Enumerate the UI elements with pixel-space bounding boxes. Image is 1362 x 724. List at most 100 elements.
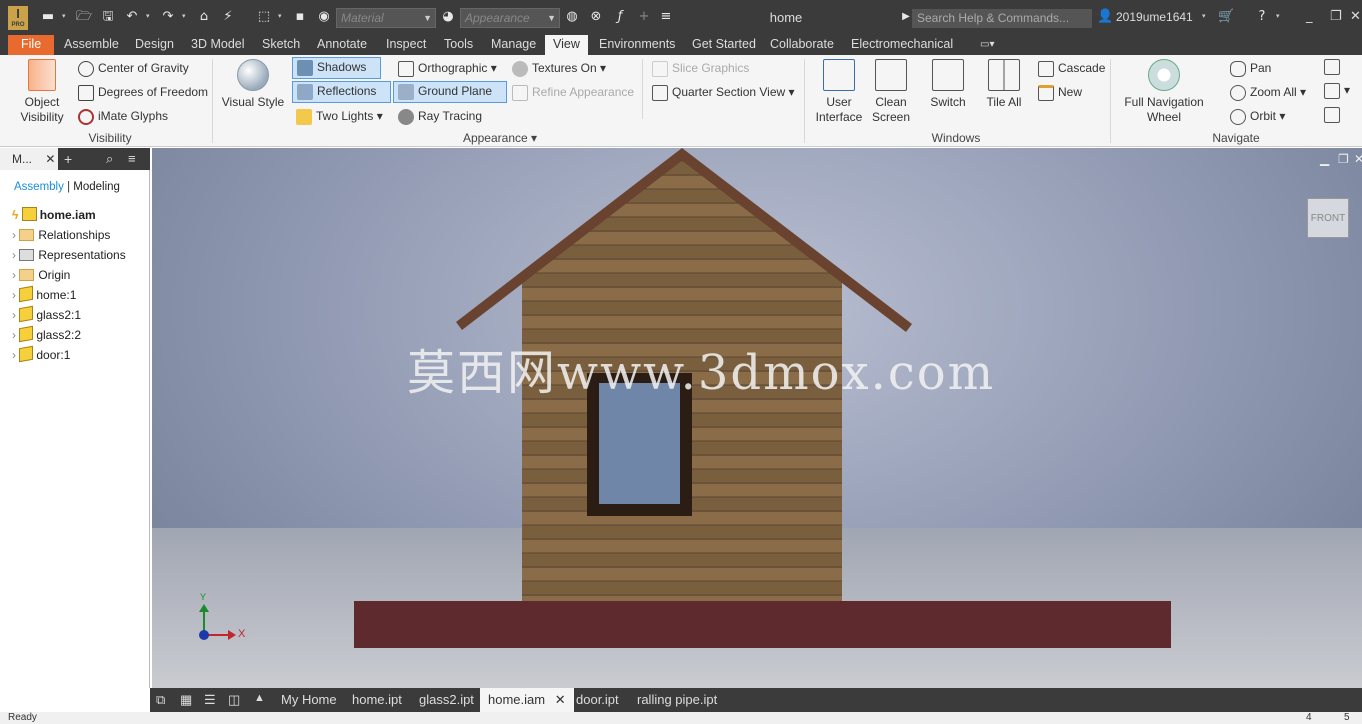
tab-collaborate[interactable]: Collaborate	[762, 35, 842, 55]
cart-icon[interactable]: 🛒	[1218, 9, 1234, 25]
redo-icon[interactable]: ↷	[160, 9, 176, 25]
orthographic-button[interactable]: Orthographic ▾	[398, 61, 497, 77]
cascade-windows-icon[interactable]: ⧉	[156, 692, 165, 708]
center-of-gravity-button[interactable]: Center of Gravity	[78, 61, 189, 77]
tab-design[interactable]: Design	[127, 35, 182, 55]
ribbon-options-icon[interactable]: ▭▾	[972, 35, 1002, 55]
viewcube[interactable]: FRONT	[1307, 198, 1349, 238]
user-icon[interactable]: 👤	[1097, 9, 1113, 25]
clean-screen-button[interactable]: Clean Screen	[866, 59, 916, 125]
help-icon[interactable]: ?	[1254, 9, 1270, 25]
expand-icon[interactable]: ›	[12, 268, 16, 282]
close-icon[interactable]: ✕	[45, 152, 55, 166]
doc-tab[interactable]: ralling pipe.ipt	[629, 688, 725, 712]
color-wheel-icon[interactable]: ◉	[316, 9, 332, 25]
tree-item-part[interactable]: › glass2:2	[12, 325, 81, 343]
browser-menu-icon[interactable]: ≡	[128, 151, 136, 166]
degrees-of-freedom-button[interactable]: Degrees of Freedom	[78, 85, 208, 101]
tile-windows-icon[interactable]: ▦	[180, 692, 192, 708]
customize-dropdown-icon[interactable]: ≡	[658, 9, 674, 25]
redo-dropdown-icon[interactable]: ▾	[182, 13, 188, 20]
shadows-button[interactable]: Shadows	[292, 57, 381, 79]
help-dropdown-icon[interactable]: ▾	[1276, 13, 1282, 20]
doc-tab[interactable]: home.ipt	[344, 688, 410, 712]
appearance-ball-icon[interactable]: ◕	[440, 9, 456, 25]
tab-my-home[interactable]: My Home	[273, 688, 345, 712]
tab-annotate[interactable]: Annotate	[309, 35, 375, 55]
tree-root[interactable]: ϟ home.iam	[12, 207, 96, 223]
quarter-section-view-button[interactable]: Quarter Section View ▾	[652, 85, 795, 101]
doc-tab-active[interactable]: home.iam ✕	[480, 688, 574, 712]
select-icon[interactable]: ⬚	[256, 9, 272, 25]
tab-3d-model[interactable]: 3D Model	[183, 35, 253, 55]
close-icon[interactable]: ✕	[555, 692, 566, 707]
orbit-button[interactable]: Orbit ▾	[1230, 109, 1285, 125]
close-icon[interactable]: ✕	[1350, 9, 1361, 24]
tab-manage[interactable]: Manage	[483, 35, 544, 55]
expand-icon[interactable]: ›	[12, 228, 16, 242]
save-icon[interactable]: 🖫	[100, 9, 116, 25]
tab-get-started[interactable]: Get Started	[684, 35, 764, 55]
object-visibility-button[interactable]: Object Visibility	[14, 59, 70, 125]
full-navigation-wheel-button[interactable]: Full Navigation Wheel	[1118, 59, 1210, 125]
select-dropdown-icon[interactable]: ▾	[278, 13, 284, 20]
tree-item-part[interactable]: › glass2:1	[12, 305, 81, 323]
ray-tracing-button[interactable]: Ray Tracing	[398, 109, 482, 125]
expand-icon[interactable]: ›	[12, 248, 16, 262]
restore-icon[interactable]: ❐	[1330, 9, 1342, 24]
switch-button[interactable]: Switch	[924, 59, 972, 110]
tab-sketch[interactable]: Sketch	[254, 35, 308, 55]
new-window-button[interactable]: New	[1038, 85, 1082, 101]
tile-horizontal-icon[interactable]: ☰	[204, 692, 216, 708]
cascade-button[interactable]: Cascade	[1038, 61, 1105, 77]
two-lights-button[interactable]: Two Lights ▾	[296, 109, 383, 125]
tab-assemble[interactable]: Assemble	[56, 35, 127, 55]
tab-environments[interactable]: Environments	[591, 35, 683, 55]
graphics-viewport[interactable]: 莫西网www.3dmox.com FRONT ▁ ❐ ✕ X Y	[152, 148, 1362, 688]
zoom-all-button[interactable]: Zoom All ▾	[1230, 85, 1306, 101]
app-logo[interactable]: I PRO	[8, 6, 28, 30]
tree-item-relationships[interactable]: › Relationships	[12, 227, 110, 243]
tab-electromechanical[interactable]: Electromechanical	[843, 35, 961, 55]
slice-graphics-button[interactable]: Slice Graphics	[652, 61, 749, 77]
measure-icon[interactable]: ▪	[292, 9, 308, 25]
expand-icon[interactable]: ›	[12, 308, 16, 322]
visual-style-button[interactable]: Visual Style	[220, 59, 286, 110]
tree-item-part[interactable]: › home:1	[12, 285, 76, 303]
home-icon[interactable]: ⌂	[196, 9, 212, 25]
tree-item-representations[interactable]: › Representations	[12, 247, 126, 263]
undo-icon[interactable]: ↶	[124, 9, 140, 25]
expand-icon[interactable]: ›	[12, 348, 16, 362]
undo-dropdown-icon[interactable]: ▾	[146, 13, 152, 20]
user-dropdown-icon[interactable]: ▾	[1202, 13, 1208, 20]
plus-icon[interactable]: +	[636, 9, 652, 25]
add-browser-tab-icon[interactable]: +	[64, 151, 72, 167]
new-file-icon[interactable]: ▬	[40, 9, 56, 25]
expand-icon[interactable]: ›	[12, 288, 16, 302]
minimize-icon[interactable]: _	[1306, 9, 1313, 24]
search-icon[interactable]: ⌕	[106, 151, 113, 167]
fx-parameters-icon[interactable]: ƒ	[612, 9, 628, 25]
tab-inspect[interactable]: Inspect	[378, 35, 434, 55]
appearance-combo[interactable]: Appearance ▼	[460, 8, 560, 28]
expand-icon[interactable]: ›	[12, 328, 16, 342]
user-interface-button[interactable]: User Interface	[812, 59, 866, 125]
tree-item-part[interactable]: › door:1	[12, 345, 70, 363]
tree-item-origin[interactable]: › Origin	[12, 267, 70, 283]
user-name[interactable]: 2019ume1641	[1116, 10, 1193, 24]
material-combo[interactable]: Material ▼	[336, 8, 436, 28]
previous-view-icon[interactable]: ▾	[1324, 83, 1350, 99]
viewport-restore-icon[interactable]: ❐	[1338, 152, 1349, 166]
assembly-mode-link[interactable]: Assembly	[14, 181, 64, 193]
tile-all-button[interactable]: Tile All	[980, 59, 1028, 110]
home-view-icon[interactable]	[1324, 107, 1344, 123]
print-view-icon[interactable]	[1324, 59, 1344, 75]
file-tab[interactable]: File	[8, 35, 55, 55]
reflections-button[interactable]: Reflections	[292, 81, 391, 103]
pan-button[interactable]: Pan	[1230, 61, 1271, 77]
tile-vertical-icon[interactable]: ◫	[228, 692, 240, 708]
adjust-appearance-icon[interactable]: ◍	[564, 9, 580, 25]
appearance-panel-label[interactable]: Appearance ▾	[440, 131, 560, 145]
viewport-close-icon[interactable]: ✕	[1354, 152, 1362, 166]
doc-tab[interactable]: glass2.ipt	[411, 688, 482, 712]
